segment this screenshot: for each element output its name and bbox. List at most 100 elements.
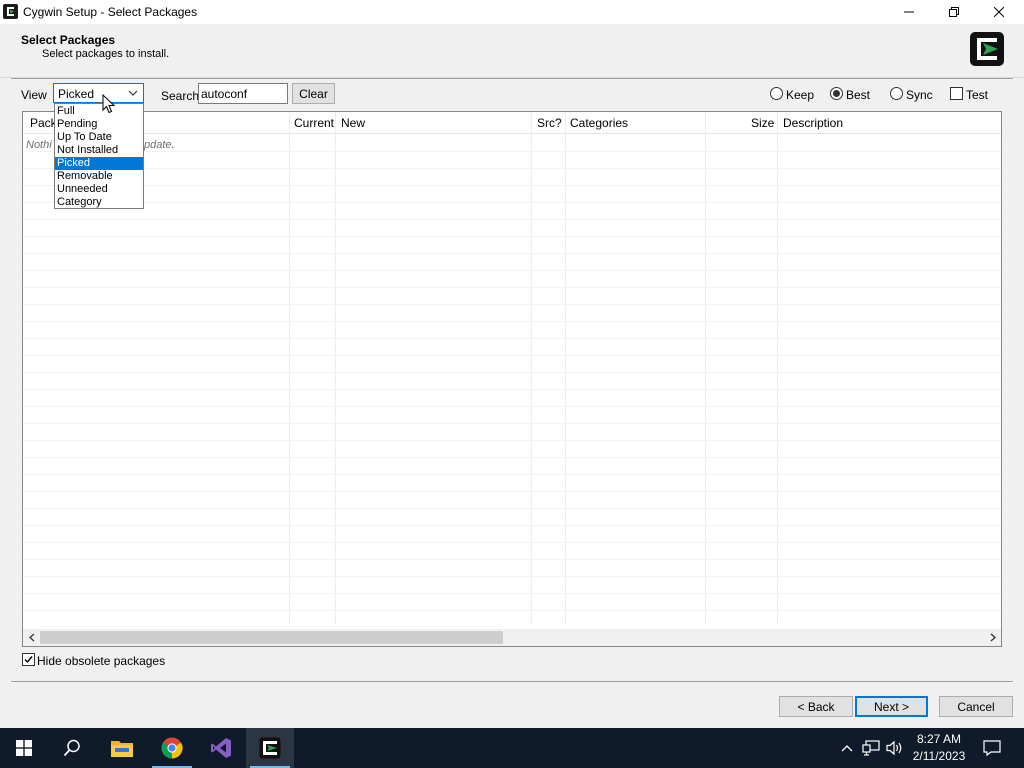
chrome-icon [161,737,183,759]
page-subtitle: Select packages to install. [42,48,170,60]
checkmark-icon [24,656,33,664]
keep-radio[interactable] [770,87,783,100]
sync-radio[interactable] [890,87,903,100]
view-option-category[interactable]: Category [55,196,143,209]
grid-row-line [23,168,1001,169]
package-list[interactable]: Pack Current New Src? Categories Size De… [22,111,1002,647]
test-checkbox-label[interactable]: Test [966,88,988,102]
page-title: Select Packages [21,33,116,47]
grid-row-line [23,304,1001,305]
keep-radio-label[interactable]: Keep [786,88,814,102]
grid-row-line [23,508,1001,509]
view-option-unneeded[interactable]: Unneeded [55,183,143,196]
grid-row-line [23,287,1001,288]
view-option-full[interactable]: Full [55,105,143,118]
search-label: Search [161,89,200,103]
header-separator [11,78,1013,79]
chrome-button[interactable] [148,728,196,768]
grid-row-line [23,474,1001,475]
column-header-categories[interactable]: Categories [570,116,628,130]
cygwin-setup-window: Cygwin Setup - Select Packages Select Pa… [0,0,1024,728]
column-divider [565,112,566,624]
restore-button[interactable] [931,0,977,24]
view-option-removable[interactable]: Removable [55,170,143,183]
grid-row-line [23,151,1001,152]
column-divider [531,112,532,624]
empty-list-message-end: pdate. [144,139,175,151]
next-button[interactable]: Next > [855,696,928,717]
cygwin-setup-taskbar-button[interactable] [246,728,294,768]
column-divider [335,112,336,624]
package-list-header: Pack Current New Src? Categories Size De… [23,112,1001,134]
view-option-pending[interactable]: Pending [55,118,143,131]
grid-row-line [23,372,1001,373]
best-radio[interactable] [830,87,843,100]
hide-obsolete-label[interactable]: Hide obsolete packages [37,654,165,668]
sync-radio-label[interactable]: Sync [906,88,933,102]
grid-row-line [23,440,1001,441]
taskbar-search-button[interactable] [48,728,96,768]
windows-start-icon [16,740,32,756]
column-divider [705,112,706,624]
visual-studio-button[interactable] [197,728,245,768]
scroll-left-button[interactable] [23,631,40,644]
scrollbar-thumb[interactable] [40,631,503,644]
file-explorer-icon [111,741,133,757]
file-explorer-button[interactable] [98,728,146,768]
view-option-picked[interactable]: Picked [55,157,143,170]
action-center-button[interactable] [978,728,1006,768]
view-option-not-installed[interactable]: Not Installed [55,144,143,157]
volume-tray-button[interactable] [884,728,906,768]
grid-row-line [23,219,1001,220]
grid-row-line [23,593,1001,594]
column-header-src[interactable]: Src? [537,116,562,130]
taskbar: 8:27 AM 2/11/2023 [0,728,1024,768]
cygwin-logo-icon [970,32,1004,66]
mouse-pointer-icon [102,94,116,114]
empty-list-message-start: Nothi [26,139,52,151]
footer-separator [11,681,1013,682]
grid-row-line [23,236,1001,237]
back-button[interactable]: < Back [779,696,853,717]
clear-button[interactable]: Clear [292,83,335,104]
grid-row-line [23,185,1001,186]
minimize-button[interactable] [886,0,932,24]
column-divider [777,112,778,624]
grid-row-line [23,202,1001,203]
column-header-current[interactable]: Current [294,116,334,130]
show-hidden-icons-button[interactable] [838,728,856,768]
chevron-right-icon [990,633,996,642]
search-input[interactable] [198,83,288,104]
grid-row-line [23,355,1001,356]
grid-row-line [23,559,1001,560]
column-header-new[interactable]: New [341,116,365,130]
speaker-volume-icon [886,740,902,756]
restore-icon [949,7,959,17]
view-label: View [21,88,47,102]
column-header-package[interactable]: Pack [30,116,57,130]
horizontal-scrollbar[interactable] [23,629,1001,646]
column-header-size[interactable]: Size [751,116,774,130]
column-header-description[interactable]: Description [783,116,843,130]
best-radio-label[interactable]: Best [846,88,870,102]
scroll-right-button[interactable] [984,631,1001,644]
visual-studio-icon [211,738,231,758]
view-dropdown-list[interactable]: Full Pending Up To Date Not Installed Pi… [54,103,144,209]
network-tray-button[interactable] [860,728,882,768]
grid-row-line [23,491,1001,492]
test-checkbox[interactable] [950,87,963,100]
view-option-up-to-date[interactable]: Up To Date [55,131,143,144]
view-combobox[interactable]: Picked [53,83,144,103]
grid-row-line [23,389,1001,390]
grid-row-line [23,406,1001,407]
grid-row-line [23,542,1001,543]
taskbar-clock[interactable]: 8:27 AM 2/11/2023 [906,731,972,765]
start-button[interactable] [0,728,48,768]
close-icon [994,7,1004,17]
close-button[interactable] [976,0,1022,24]
hide-obsolete-checkbox[interactable] [22,653,35,666]
cancel-button[interactable]: Cancel [939,696,1013,717]
grid-row-line [23,525,1001,526]
network-icon [862,740,880,756]
grid-row-line [23,457,1001,458]
